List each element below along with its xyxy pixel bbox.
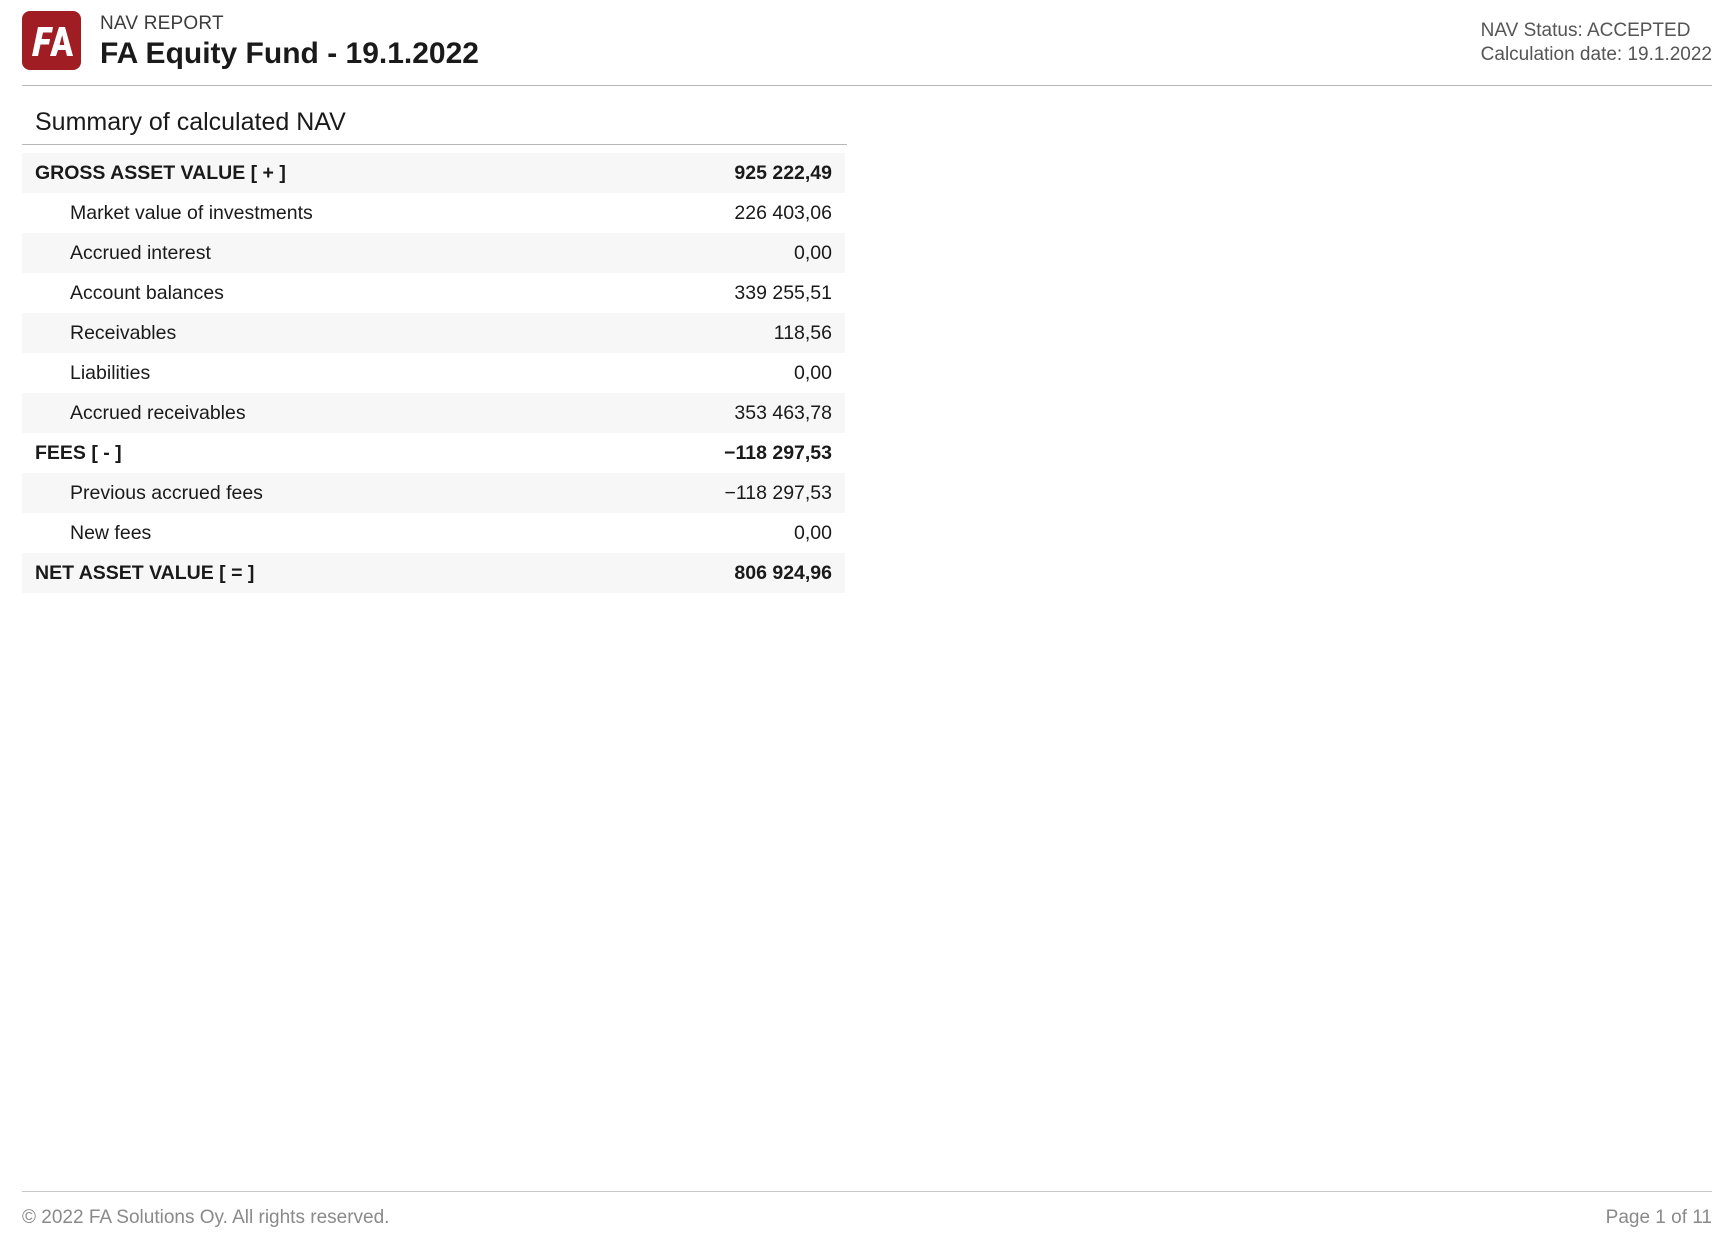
table-row: Receivables 118,56 (22, 313, 845, 353)
row-label: Market value of investments (70, 201, 313, 224)
table-row: Account balances 339 255,51 (22, 273, 845, 313)
row-label: FEES [ - ] (35, 441, 122, 464)
row-value: 0,00 (794, 521, 832, 544)
table-row: Liabilities 0,00 (22, 353, 845, 393)
row-value: 118,56 (773, 321, 832, 344)
table-row: FEES [ - ] −118 297,53 (22, 433, 845, 473)
section-divider (22, 144, 847, 145)
row-label: NET ASSET VALUE [ = ] (35, 561, 255, 584)
row-label: Accrued receivables (70, 401, 246, 424)
row-value: −118 297,53 (724, 481, 832, 504)
nav-summary-table: GROSS ASSET VALUE [ + ] 925 222,49 Market … (22, 153, 845, 593)
copyright-text: © 2022 FA Solutions Oy. All rights reser… (22, 1207, 390, 1228)
page-number: Page 1 of 11 (1605, 1207, 1712, 1228)
row-value: 339 255,51 (734, 281, 832, 304)
row-label: Accrued interest (70, 241, 211, 264)
report-meta: NAV Status: ACCEPTED Calculation date: 1… (1481, 19, 1712, 67)
row-value: 0,00 (794, 361, 832, 384)
row-label: Liabilities (70, 361, 151, 384)
table-row: New fees 0,00 (22, 513, 845, 553)
report-kicker: NAV REPORT (100, 13, 224, 34)
row-value: −118 297,53 (724, 441, 832, 464)
header-divider (22, 85, 1712, 86)
row-value: 226 403,06 (734, 201, 832, 224)
table-row: Market value of investments 226 403,06 (22, 193, 845, 233)
row-label: Previous accrued fees (70, 481, 263, 504)
fa-logo-mark (31, 26, 73, 56)
table-row: GROSS ASSET VALUE [ + ] 925 222,49 (22, 153, 845, 193)
row-value: 0,00 (794, 241, 832, 264)
fa-logo (22, 11, 81, 70)
row-value: 353 463,78 (734, 401, 832, 424)
row-label: Account balances (70, 281, 224, 304)
section-title: Summary of calculated NAV (35, 108, 346, 136)
table-row: NET ASSET VALUE [ = ] 806 924,96 (22, 553, 845, 593)
row-label: GROSS ASSET VALUE [ + ] (35, 161, 286, 184)
row-label: New fees (70, 521, 152, 544)
row-label: Receivables (70, 321, 177, 344)
table-row: Previous accrued fees −118 297,53 (22, 473, 845, 513)
nav-status: NAV Status: ACCEPTED (1480, 20, 1691, 41)
footer-divider (22, 1191, 1712, 1192)
calculation-date: Calculation date: 19.1.2022 (1480, 44, 1712, 65)
row-value: 925 222,49 (734, 161, 832, 184)
row-value: 806 924,96 (734, 561, 832, 584)
table-row: Accrued receivables 353 463,78 (22, 393, 845, 433)
table-row: Accrued interest 0,00 (22, 233, 845, 273)
report-title: FA Equity Fund - 19.1.2022 (100, 37, 479, 70)
